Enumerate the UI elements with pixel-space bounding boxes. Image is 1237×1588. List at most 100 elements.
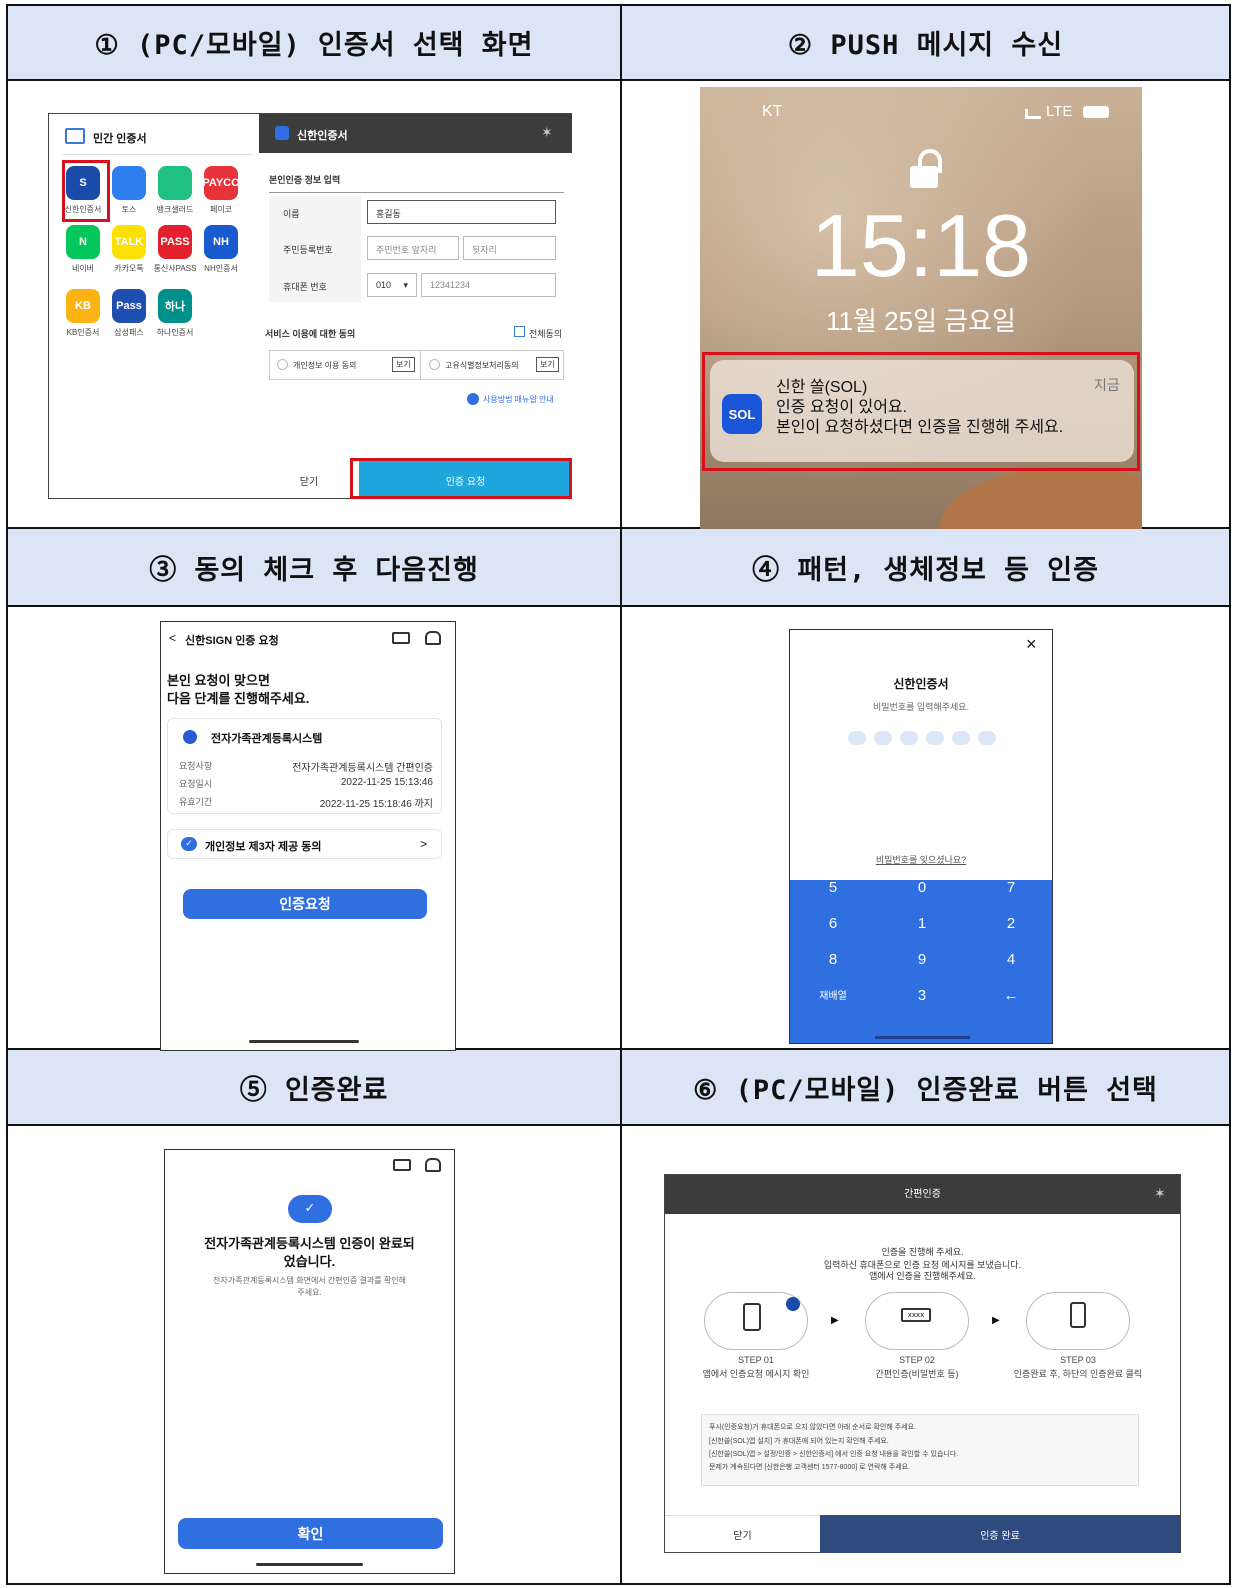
password-icon: xxxx <box>901 1308 931 1322</box>
radio-button[interactable] <box>277 359 288 370</box>
home-indicator <box>256 1563 363 1566</box>
check-icon: ✓ <box>181 837 197 851</box>
request-key: 요청사항 <box>179 761 213 771</box>
rrn-back-input[interactable]: 뒷자리 <box>463 236 556 260</box>
divider <box>269 192 564 193</box>
cert-icon[interactable] <box>112 166 146 200</box>
heading-line1: 본인 요청이 맞으면 <box>167 673 270 688</box>
radio-button[interactable] <box>429 359 440 370</box>
keypad-key[interactable]: 재배열 <box>803 987 863 1002</box>
cert-icon[interactable]: TALK <box>112 225 146 259</box>
cert-icon[interactable]: N <box>66 225 100 259</box>
complete-title-line2: 었습니다. <box>283 1254 336 1269</box>
step3-header: ③ 동의 체크 후 다음진행 <box>8 529 620 605</box>
divider <box>420 350 421 380</box>
close-button[interactable]: 닫기 <box>259 461 359 499</box>
keypad-key[interactable]: 5 <box>803 879 863 896</box>
keypad-key[interactable]: 9 <box>892 951 952 968</box>
keypad-key[interactable]: 3 <box>892 987 952 1004</box>
phone-input[interactable]: 12341234 <box>421 273 556 297</box>
agree1-label: 개인정보 이용 동의 <box>293 361 357 370</box>
keypad-key[interactable]: 7 <box>981 879 1041 896</box>
step2-desc: 간편인증(비밀번호 등) <box>875 1369 959 1379</box>
valid-until-key: 유효기간 <box>179 797 213 807</box>
row-divider <box>8 79 1229 81</box>
manual-link[interactable]: 사용방법 매뉴얼 안내 <box>483 394 554 405</box>
phone-label: 휴대폰 번호 <box>283 282 327 292</box>
home-icon[interactable] <box>425 1158 441 1172</box>
cert-icon[interactable]: PAYCO <box>202 166 240 200</box>
cert-icon[interactable] <box>158 166 192 200</box>
screen-title: 신한인증서 <box>893 677 949 691</box>
window-title: 간편인증 <box>665 1175 1180 1214</box>
highlight-box <box>702 352 1140 471</box>
auth-complete-button[interactable]: 인증 완료 <box>820 1515 1180 1553</box>
keypad-key[interactable]: ← <box>981 987 1041 1004</box>
home-icon[interactable] <box>425 631 441 645</box>
divider <box>63 154 253 155</box>
agree-all-checkbox[interactable] <box>514 326 525 337</box>
pin-dot <box>900 731 918 745</box>
keypad-key[interactable]: 0 <box>892 879 952 896</box>
phone-prefix-select[interactable]: 010 ▾ <box>367 273 417 297</box>
heading-line2: 다음 단계를 진행해주세요. <box>167 691 310 706</box>
cert-icon[interactable]: S <box>66 166 100 200</box>
cert-icon[interactable]: NH <box>204 225 238 259</box>
view-button[interactable]: 보기 <box>392 357 415 372</box>
cert-label: 삼성패스 <box>114 328 144 337</box>
valid-until-value: 2022-11-25 15:18:46 까지 <box>319 799 433 810</box>
keypad-key[interactable]: 1 <box>892 915 952 932</box>
pin-dot <box>874 731 892 745</box>
simple-auth-window: 간편인증 ✶ 인증을 진행해 주세요. 입력하신 휴대폰으로 인증 요청 메시지… <box>664 1174 1181 1553</box>
date: 11월 25일 금요일 <box>826 306 1016 336</box>
phone-check-icon <box>1070 1302 1086 1328</box>
signal-icon <box>1025 109 1041 119</box>
complete-title-line1: 전자가족관계등록시스템 인증이 완료되 <box>204 1236 415 1251</box>
rrn-front-input[interactable]: 주민번호 앞자리 <box>367 236 459 260</box>
agreement-title: 서비스 이용에 대한 동의 <box>265 329 356 339</box>
forgot-password-link[interactable]: 비밀번호를 잊으셨나요? <box>790 853 1052 866</box>
battery-icon <box>1083 106 1109 118</box>
pin-dot <box>978 731 996 745</box>
notice-item3: 문제가 계속된다면 [신한은행 고객센터 1577-8000] 로 연락해 주세… <box>709 1464 911 1471</box>
complete-desc-line2: 주세요. <box>297 1288 322 1297</box>
cert-icon[interactable]: 하나 <box>158 289 192 323</box>
completion-screen: ✓ 전자가족관계등록시스템 인증이 완료되 었습니다. 전자가족관계등록시스템 … <box>164 1149 455 1574</box>
cert-icon[interactable]: KB <box>66 289 100 323</box>
request-auth-button[interactable]: 인증요청 <box>183 889 427 919</box>
home-indicator <box>875 1036 970 1039</box>
complete-desc-line1: 전자가족관계등록시스템 화면에서 간편인증 결과를 확인해 <box>213 1276 406 1285</box>
close-button[interactable]: 닫기 <box>665 1515 820 1553</box>
chevron-down-icon: ▾ <box>403 280 408 290</box>
shinhan-logo-icon <box>786 1297 800 1311</box>
cert-label: 하나인증서 <box>156 328 194 337</box>
name-input[interactable]: 홍길동 <box>367 200 556 224</box>
mail-icon[interactable] <box>392 632 410 644</box>
step3-desc: 인증완료 후, 하단의 인증완료 클릭 <box>1013 1369 1143 1379</box>
row-divider <box>8 1124 1229 1126</box>
section-title: 본인인증 정보 입력 <box>269 175 341 185</box>
request-value: 전자가족관계등록시스템 간편인증 <box>292 763 433 774</box>
keypad-key[interactable]: 6 <box>803 915 863 932</box>
step6-header: ⑥ (PC/모바일) 인증완료 버튼 선택 <box>622 1050 1229 1124</box>
arrow-icon: ▶ <box>992 1315 1000 1326</box>
keypad-key[interactable]: 8 <box>803 951 863 968</box>
mail-icon[interactable] <box>393 1159 411 1171</box>
view-button[interactable]: 보기 <box>536 357 559 372</box>
keypad-key[interactable]: 4 <box>981 951 1041 968</box>
cert-icon[interactable]: Pass <box>112 289 146 323</box>
close-icon[interactable]: × <box>1026 634 1037 655</box>
highlight-box <box>350 458 572 499</box>
shinhan-cert-form: 신한인증서 ✶ 본인인증 정보 입력 이름 홍길동 주민등록번호 주민번호 앞자… <box>259 114 572 499</box>
row-divider <box>8 605 1229 607</box>
carrier-label: KT <box>762 103 783 120</box>
keypad-key[interactable]: 2 <box>981 915 1041 932</box>
confirm-button[interactable]: 확인 <box>178 1518 443 1549</box>
back-icon[interactable]: < <box>169 631 176 645</box>
instruction: 비밀번호를 입력해주세요. <box>872 702 970 712</box>
consent-label: 개인정보 제3자 제공 동의 <box>205 841 322 853</box>
cert-icon[interactable]: PASS <box>158 225 192 259</box>
shield-icon <box>183 730 197 744</box>
phone-message-icon <box>743 1303 761 1331</box>
network-label: LTE <box>1046 103 1073 120</box>
